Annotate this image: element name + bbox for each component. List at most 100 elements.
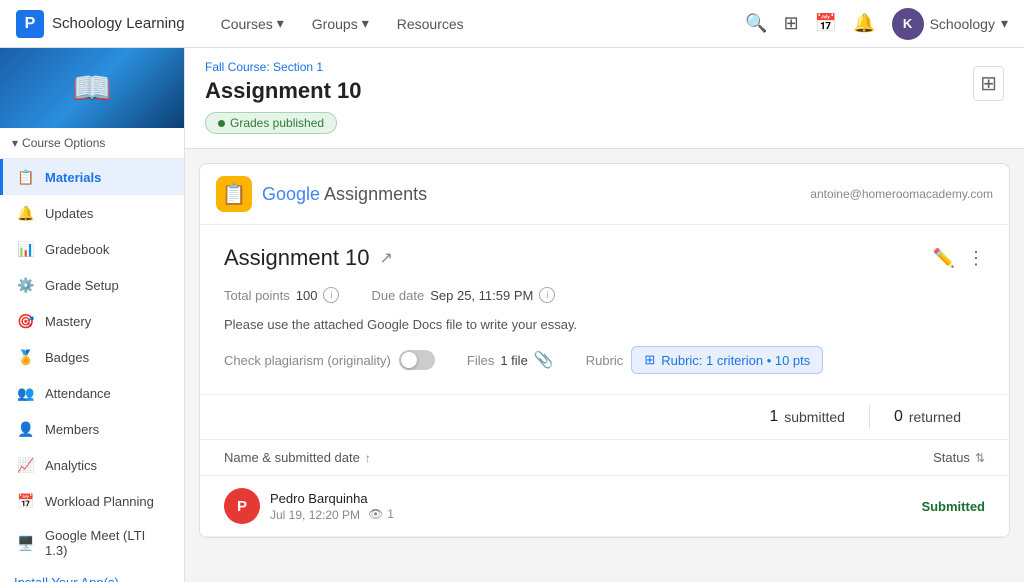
chevron-down-icon: ▾ bbox=[277, 15, 284, 32]
nav-groups[interactable]: Groups ▾ bbox=[300, 7, 381, 40]
rubric-button[interactable]: ⊞ Rubric: 1 criterion • 10 pts bbox=[631, 346, 823, 374]
sort-swap-icon: ⇅ bbox=[975, 451, 985, 465]
assignment-header: Fall Course: Section 1 Assignment 10 Gra… bbox=[185, 48, 1024, 149]
eye-icon: 👁 bbox=[368, 507, 383, 521]
updates-icon: 🔔 bbox=[17, 204, 35, 222]
info-icon-due[interactable]: i bbox=[539, 287, 555, 303]
grid-view-button[interactable]: ⊞ bbox=[973, 66, 1004, 101]
col-status-header[interactable]: Status ⇅ bbox=[933, 450, 985, 465]
calendar-icon[interactable]: 📅 bbox=[815, 13, 837, 34]
sort-asc-icon: ↑ bbox=[365, 451, 371, 465]
attendance-icon: 👥 bbox=[17, 384, 35, 402]
grade-setup-icon: ⚙️ bbox=[17, 276, 35, 294]
ga-email: antoine@homeroomacademy.com bbox=[810, 187, 993, 201]
status-dot bbox=[218, 120, 225, 127]
account-label: Schoology bbox=[930, 16, 995, 32]
sidebar-item-grade-setup[interactable]: ⚙️ Grade Setup bbox=[0, 267, 184, 303]
total-points: Total points 100 i bbox=[224, 287, 339, 303]
workload-planning-icon: 📅 bbox=[17, 492, 35, 510]
nav-courses[interactable]: Courses ▾ bbox=[209, 7, 296, 40]
course-options-toggle[interactable]: ▾ Course Options bbox=[0, 128, 184, 159]
sidebar-item-updates[interactable]: 🔔 Updates bbox=[0, 195, 184, 231]
assignment-detail: Assignment 10 ↗ ✏️ ⋮ Total points 100 i bbox=[200, 225, 1009, 395]
badges-icon: 🏅 bbox=[17, 348, 35, 366]
nav-resources[interactable]: Resources bbox=[385, 8, 476, 40]
sidebar: 📖 ▾ Course Options 📋 Materials 🔔 Updates… bbox=[0, 48, 185, 582]
submissions-summary: 1 submitted 0 returned bbox=[200, 395, 1009, 440]
chevron-down-icon: ▾ bbox=[362, 15, 369, 32]
logo-icon: P bbox=[16, 10, 44, 38]
student-info: P Pedro Barquinha Jul 19, 12:20 PM 👁 1 bbox=[224, 488, 394, 524]
mastery-icon: 🎯 bbox=[17, 312, 35, 330]
student-details: Pedro Barquinha Jul 19, 12:20 PM 👁 1 bbox=[270, 491, 394, 522]
nav-icon-group: 🔍 ⊞ 📅 🔔 K Schoology ▾ bbox=[745, 8, 1008, 40]
action-icons: ✏️ ⋮ bbox=[933, 248, 985, 269]
nav-links: Courses ▾ Groups ▾ Resources bbox=[209, 7, 746, 40]
options-row: Check plagiarism (originality) Files 1 f… bbox=[224, 346, 985, 374]
analytics-icon: 📈 bbox=[17, 456, 35, 474]
plagiarism-toggle[interactable] bbox=[399, 350, 435, 370]
submissions-table: Name & submitted date ↑ Status ⇅ P Pedro… bbox=[200, 440, 1009, 537]
rubric-option: Rubric ⊞ Rubric: 1 criterion • 10 pts bbox=[586, 346, 824, 374]
returned-count: 0 returned bbox=[870, 408, 985, 426]
assignment-name-row: Assignment 10 ↗ ✏️ ⋮ bbox=[224, 245, 985, 271]
google-meet-icon: 🖥️ bbox=[17, 534, 35, 552]
avatar: P bbox=[224, 488, 260, 524]
student-views: 👁 1 bbox=[368, 507, 394, 521]
search-icon[interactable]: 🔍 bbox=[745, 13, 767, 34]
course-options-label: Course Options bbox=[22, 136, 105, 150]
avatar: K bbox=[892, 8, 924, 40]
due-date: Due date Sep 25, 11:59 PM i bbox=[371, 287, 555, 303]
grid-icon[interactable]: ⊞ bbox=[784, 13, 799, 34]
ga-logo-text: Google Assignments bbox=[262, 184, 427, 205]
install-apps-link[interactable]: Install Your App(s) bbox=[0, 567, 184, 582]
page-title: Assignment 10 bbox=[205, 78, 1004, 104]
submitted-count: 1 submitted bbox=[745, 408, 869, 426]
sidebar-item-analytics[interactable]: 📈 Analytics bbox=[0, 447, 184, 483]
materials-icon: 📋 bbox=[17, 168, 35, 186]
sidebar-item-members[interactable]: 👤 Members bbox=[0, 411, 184, 447]
edit-icon[interactable]: ✏️ bbox=[933, 248, 955, 269]
ga-logo-icon: 📋 bbox=[216, 176, 252, 212]
content-area: Fall Course: Section 1 Assignment 10 Gra… bbox=[185, 48, 1024, 582]
submission-status: Submitted bbox=[921, 499, 985, 514]
members-icon: 👤 bbox=[17, 420, 35, 438]
bell-icon[interactable]: 🔔 bbox=[853, 13, 875, 34]
status-badge: Grades published bbox=[205, 112, 337, 134]
table-header: Name & submitted date ↑ Status ⇅ bbox=[200, 440, 1009, 476]
sidebar-item-mastery[interactable]: 🎯 Mastery bbox=[0, 303, 184, 339]
chevron-down-icon: ▾ bbox=[12, 136, 18, 150]
external-link-icon[interactable]: ↗ bbox=[380, 248, 393, 268]
sidebar-item-badges[interactable]: 🏅 Badges bbox=[0, 339, 184, 375]
ga-header: 📋 Google Assignments antoine@homeroomaca… bbox=[200, 164, 1009, 225]
breadcrumb[interactable]: Fall Course: Section 1 bbox=[205, 60, 1004, 74]
sidebar-item-workload-planning[interactable]: 📅 Workload Planning bbox=[0, 483, 184, 519]
google-assignments-panel: 📋 Google Assignments antoine@homeroomaca… bbox=[199, 163, 1010, 538]
logo-text: Schoology Learning bbox=[52, 15, 185, 32]
sidebar-item-google-meet[interactable]: 🖥️ Google Meet (LTI 1.3) bbox=[0, 519, 184, 567]
col-name-header[interactable]: Name & submitted date ↑ bbox=[224, 450, 371, 465]
student-name: Pedro Barquinha bbox=[270, 491, 394, 506]
top-navigation: P Schoology Learning Courses ▾ Groups ▾ … bbox=[0, 0, 1024, 48]
main-layout: 📖 ▾ Course Options 📋 Materials 🔔 Updates… bbox=[0, 48, 1024, 582]
files-option: Files 1 file 📎 bbox=[467, 350, 554, 370]
account-menu[interactable]: K Schoology ▾ bbox=[892, 8, 1008, 40]
paperclip-icon: 📎 bbox=[534, 350, 554, 370]
sidebar-item-attendance[interactable]: 👥 Attendance bbox=[0, 375, 184, 411]
book-icon: 📖 bbox=[72, 69, 112, 107]
sidebar-item-gradebook[interactable]: 📊 Gradebook bbox=[0, 231, 184, 267]
logo[interactable]: P Schoology Learning bbox=[16, 10, 185, 38]
chevron-down-icon: ▾ bbox=[1001, 15, 1008, 32]
more-icon[interactable]: ⋮ bbox=[967, 248, 985, 269]
student-date: Jul 19, 12:20 PM bbox=[270, 508, 360, 522]
gradebook-icon: 📊 bbox=[17, 240, 35, 258]
course-banner: 📖 bbox=[0, 48, 184, 128]
assignment-name: Assignment 10 ↗ bbox=[224, 245, 393, 271]
sidebar-item-materials[interactable]: 📋 Materials bbox=[0, 159, 184, 195]
info-icon[interactable]: i bbox=[323, 287, 339, 303]
meta-row: Total points 100 i Due date Sep 25, 11:5… bbox=[224, 287, 985, 303]
table-row: P Pedro Barquinha Jul 19, 12:20 PM 👁 1 bbox=[200, 476, 1009, 537]
description-text: Please use the attached Google Docs file… bbox=[224, 317, 985, 332]
plagiarism-option: Check plagiarism (originality) bbox=[224, 350, 435, 370]
rubric-icon: ⊞ bbox=[644, 352, 655, 368]
